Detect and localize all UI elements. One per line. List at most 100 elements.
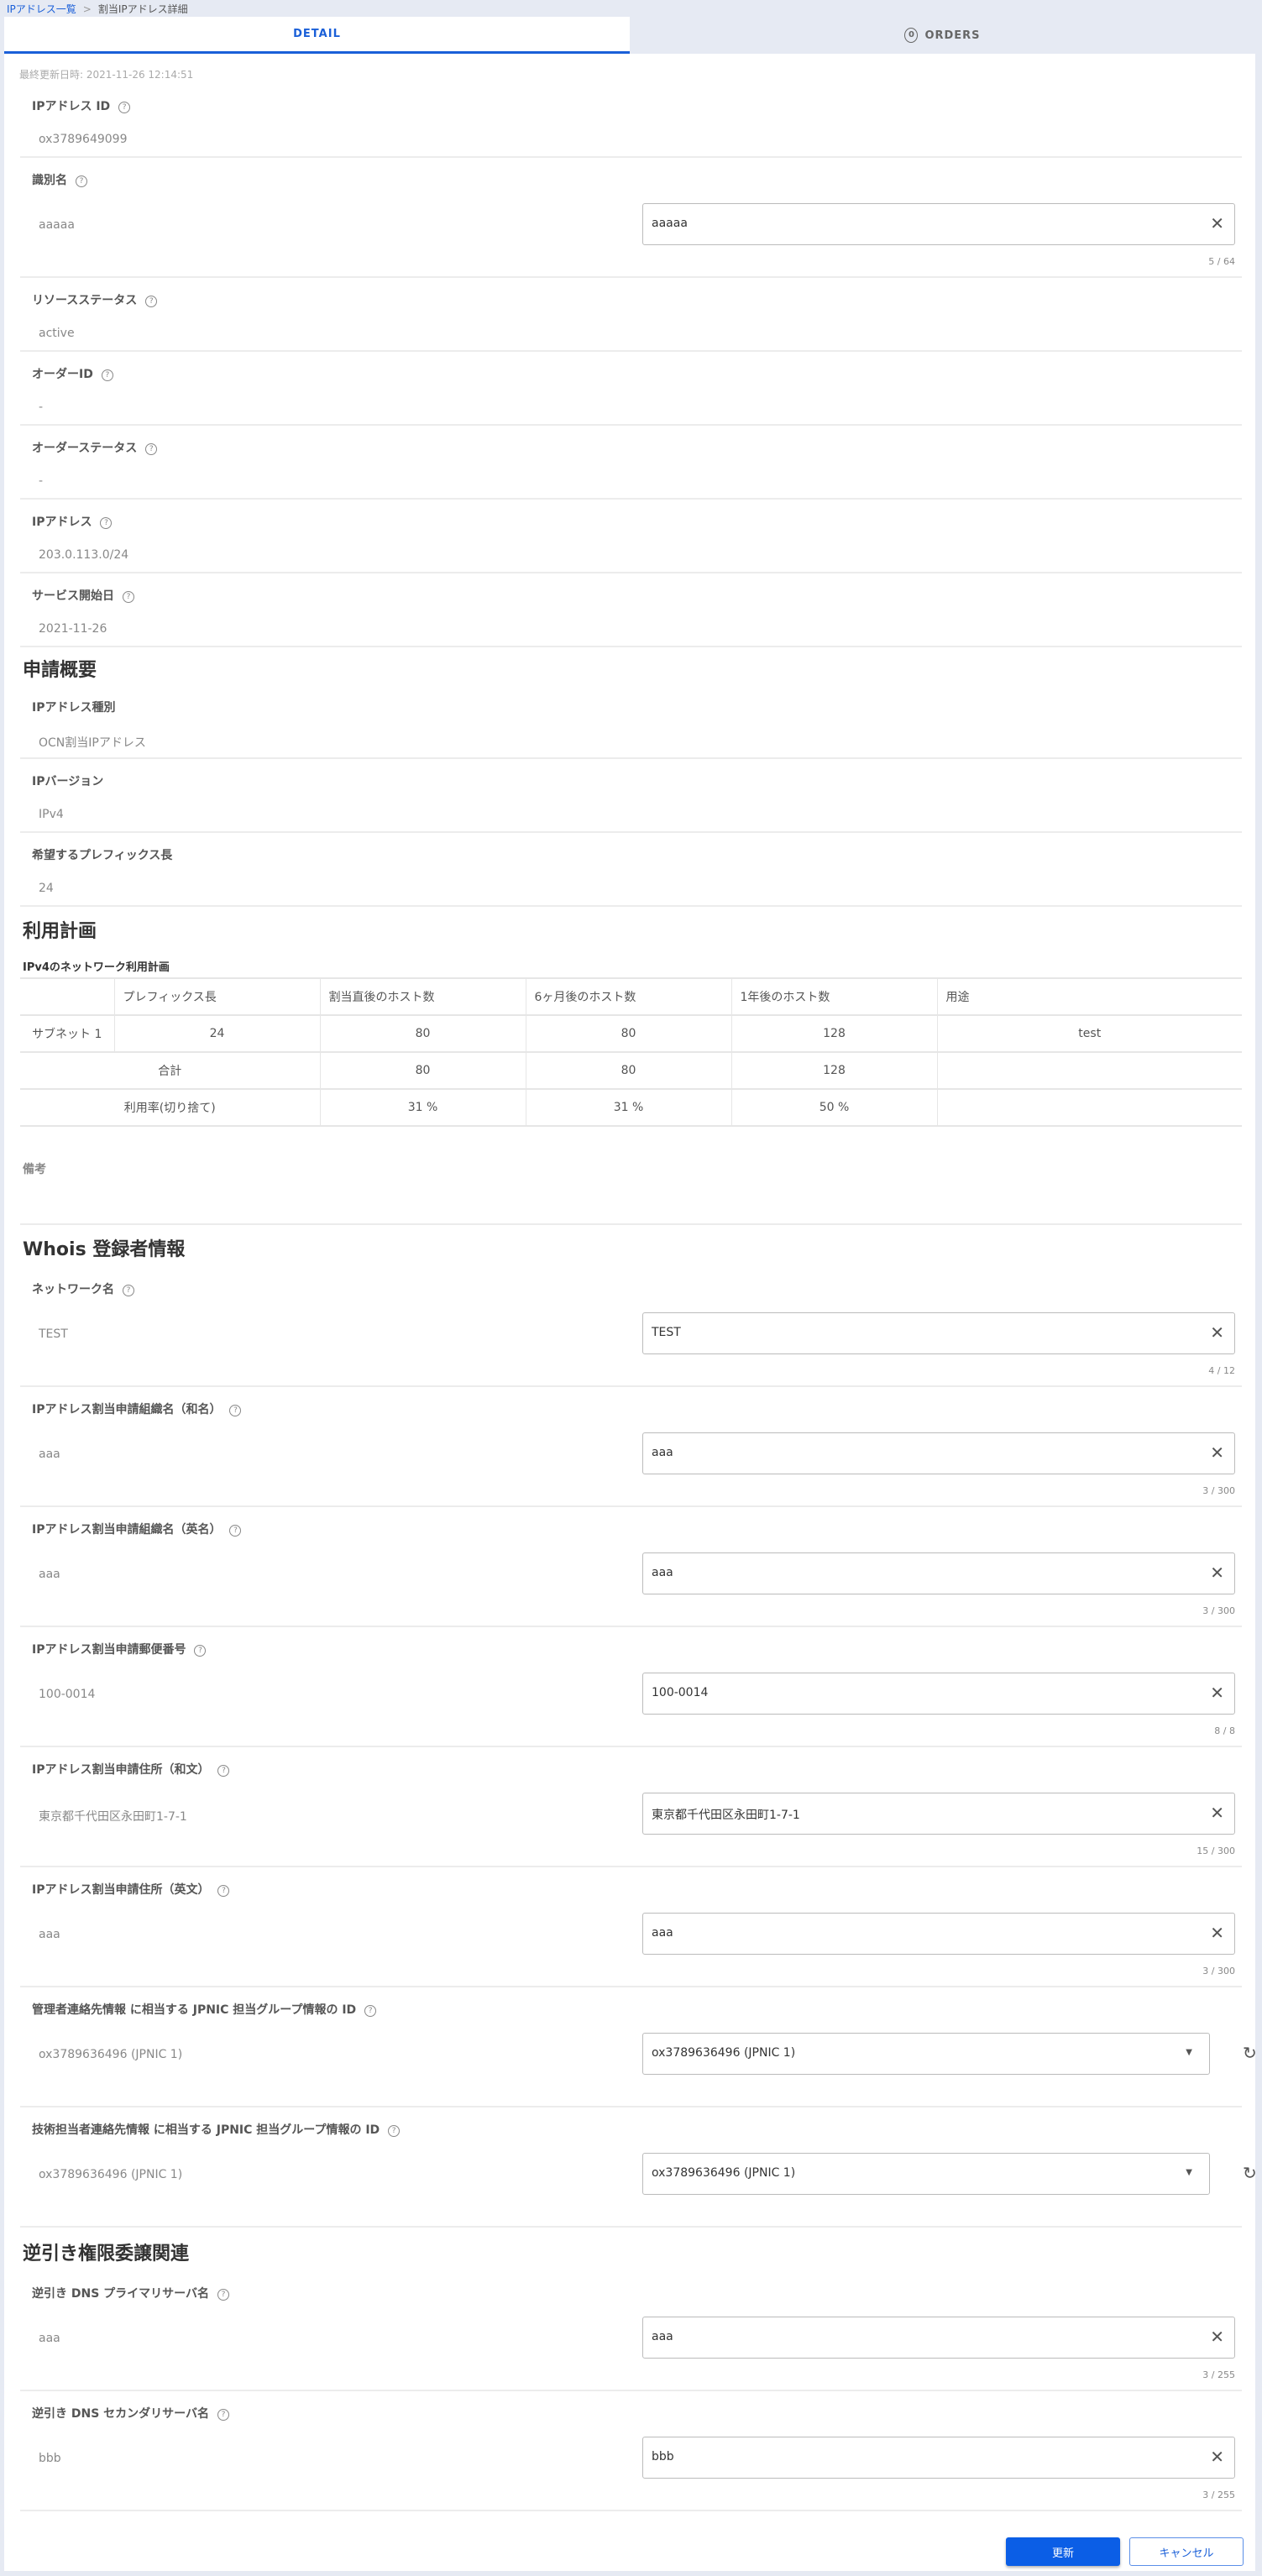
cancel-button[interactable]: キャンセル (1129, 2537, 1244, 2566)
field-label-text: ネットワーク名 (32, 1283, 114, 1296)
help-icon[interactable]: ? (217, 2289, 230, 2301)
clear-icon[interactable]: ✕ (1210, 2447, 1224, 2467)
plan-heading: 利用計画 (23, 921, 97, 942)
text-input[interactable]: aaa ✕ (642, 2317, 1235, 2359)
field-row: 逆引き DNS セカンダリサーバ名? bbb bbb ✕ 3 / 255 (20, 2391, 1242, 2511)
reverse-heading: 逆引き権限委譲関連 (23, 2244, 190, 2264)
field-label: 逆引き DNS セカンダリサーバ名? (32, 2405, 230, 2422)
field-row: IPアドレス割当申請住所（和文）? 東京都千代田区永田町1-7-1 東京都千代田区永… (20, 1747, 1242, 1867)
cell: 80 (525, 1014, 731, 1053)
breadcrumb-ip-list-link[interactable]: IPアドレス一覧 (7, 3, 76, 15)
char-counter: 3 / 300 (1202, 1485, 1235, 1496)
field-row: オーダーID? - (20, 352, 1242, 426)
field-value: - (39, 401, 44, 414)
breadcrumb: IPアドレス一覧 > 割当IPアドレス詳細 (7, 2, 188, 17)
tab-orders-label: ORDERS (924, 29, 981, 42)
field-label: ネットワーク名? (32, 1280, 134, 1297)
help-icon[interactable]: ? (194, 1645, 207, 1657)
text-input[interactable]: 100-0014 ✕ (642, 1673, 1235, 1715)
field-label: IPアドレス割当申請組織名（英名）? (32, 1521, 242, 1537)
help-icon[interactable]: ? (145, 443, 158, 455)
help-icon[interactable]: ? (100, 517, 113, 529)
cell: test (936, 1014, 1242, 1053)
whois-heading: Whois 登録者情報 (23, 1239, 186, 1260)
help-icon[interactable]: ? (364, 2005, 377, 2017)
clear-icon[interactable]: ✕ (1210, 1442, 1224, 1463)
help-icon[interactable]: ? (217, 1765, 230, 1777)
refresh-icon[interactable]: ↻ (1243, 2163, 1257, 2183)
field-label-text: 技術担当者連絡先情報 に相当する JPNIC 担当グループ情報の ID (32, 2123, 380, 2137)
field-label: IPアドレス割当申請住所（和文）? (32, 1761, 230, 1778)
field-label: IPアドレス? (32, 513, 113, 530)
input-value: aaaaa (652, 217, 688, 230)
field-row: ネットワーク名? TEST TEST ✕ 4 / 12 (20, 1267, 1242, 1387)
text-input[interactable]: 東京都千代田区永田町1-7-1 ✕ (642, 1793, 1235, 1835)
clear-icon[interactable]: ✕ (1210, 1563, 1224, 1583)
help-icon[interactable]: ? (217, 2409, 230, 2421)
select-dropdown[interactable]: ox3789636496 (JPNIC 1) ▼ (642, 2153, 1210, 2195)
help-icon[interactable]: ? (388, 2125, 401, 2137)
field-row: IPアドレス割当申請郵便番号? 100-0014 100-0014 ✕ 8 / 8 (20, 1627, 1242, 1747)
application-heading: 申請概要 (23, 660, 97, 681)
help-icon[interactable]: ? (217, 1885, 230, 1897)
tab-detail[interactable]: DETAIL (4, 17, 630, 54)
help-icon[interactable]: ? (229, 1405, 242, 1416)
text-input[interactable]: aaaaa ✕ (642, 203, 1235, 245)
clear-icon[interactable]: ✕ (1210, 213, 1224, 233)
tab-orders[interactable]: 0 ORDERS (630, 17, 1255, 54)
field-value: 2021-11-26 (39, 622, 107, 636)
char-counter: 3 / 300 (1202, 1605, 1235, 1616)
clear-icon[interactable]: ✕ (1210, 2327, 1224, 2347)
char-counter: 3 / 300 (1202, 1966, 1235, 1977)
input-value: 東京都千代田区永田町1-7-1 (652, 1809, 800, 1822)
field-label: 管理者連絡先情報 に相当する JPNIC 担当グループ情報の ID? (32, 2001, 377, 2018)
update-button[interactable]: 更新 (1006, 2537, 1120, 2566)
clear-icon[interactable]: ✕ (1210, 1683, 1224, 1703)
field-label: 希望するプレフィックス長 (32, 846, 172, 863)
field-label-text: IPアドレス割当申請郵便番号 (32, 1643, 186, 1657)
help-icon[interactable]: ? (123, 1285, 134, 1296)
text-input[interactable]: bbb ✕ (642, 2437, 1235, 2479)
field-value: 東京都千代田区永田町1-7-1 (39, 1810, 187, 1824)
field-value: aaa (39, 2332, 60, 2345)
char-counter: 3 / 255 (1202, 2369, 1235, 2380)
text-input[interactable]: TEST ✕ (642, 1312, 1235, 1354)
field-row: 技術担当者連絡先情報 に相当する JPNIC 担当グループ情報の ID? ox37… (20, 2107, 1257, 2228)
field-label-text: オーダーID (32, 368, 93, 381)
field-row: 管理者連絡先情報 に相当する JPNIC 担当グループ情報の ID? ox3789… (20, 1987, 1257, 2107)
char-counter: 5 / 64 (1208, 256, 1235, 267)
field-label-text: 識別名 (32, 174, 67, 187)
clear-icon[interactable]: ✕ (1210, 1923, 1224, 1943)
field-value: OCN割当IPアドレス (39, 736, 146, 750)
clear-icon[interactable]: ✕ (1210, 1322, 1224, 1343)
help-icon[interactable]: ? (101, 369, 113, 381)
field-label: 識別名? (32, 171, 87, 188)
help-icon[interactable]: ? (229, 1525, 242, 1537)
field-row: リソースステータス? active (20, 278, 1242, 352)
cell (936, 1088, 1242, 1127)
field-label: オーダーID? (32, 365, 113, 382)
help-icon[interactable]: ? (118, 102, 131, 113)
field-row: IPアドレス割当申請住所（英文）? aaa aaa ✕ 3 / 300 (20, 1867, 1242, 1987)
cell (936, 1051, 1242, 1090)
text-input[interactable]: aaa ✕ (642, 1913, 1235, 1955)
select-dropdown[interactable]: ox3789636496 (JPNIC 1) ▼ (642, 2033, 1210, 2075)
cell: 50 % (730, 1088, 937, 1127)
field-label-text: IPアドレス (32, 516, 92, 529)
select-value: ox3789636496 (JPNIC 1) (652, 2166, 796, 2180)
clear-icon[interactable]: ✕ (1210, 1803, 1224, 1823)
basic-info-section: IPアドレス ID? ox3789649099 識別名? aaaaa aaaaa ✕ 5 /… (20, 84, 1242, 647)
field-label-text: IPアドレス割当申請住所（英文） (32, 1883, 210, 1897)
help-icon[interactable]: ? (145, 296, 158, 307)
help-icon[interactable]: ? (76, 175, 87, 187)
chevron-down-icon: ▼ (1186, 2048, 1192, 2057)
help-icon[interactable]: ? (123, 591, 134, 603)
refresh-icon[interactable]: ↻ (1243, 2043, 1257, 2063)
field-row: IPバージョン IPv4 (20, 759, 1242, 833)
text-input[interactable]: aaa ✕ (642, 1552, 1235, 1594)
table-row: サブネット 1 24 80 80 128 test (20, 1014, 1242, 1053)
input-value: bbb (652, 2450, 674, 2463)
total-row: 合計 80 80 128 (20, 1051, 1242, 1090)
header-cell (20, 977, 114, 1016)
text-input[interactable]: aaa ✕ (642, 1432, 1235, 1474)
